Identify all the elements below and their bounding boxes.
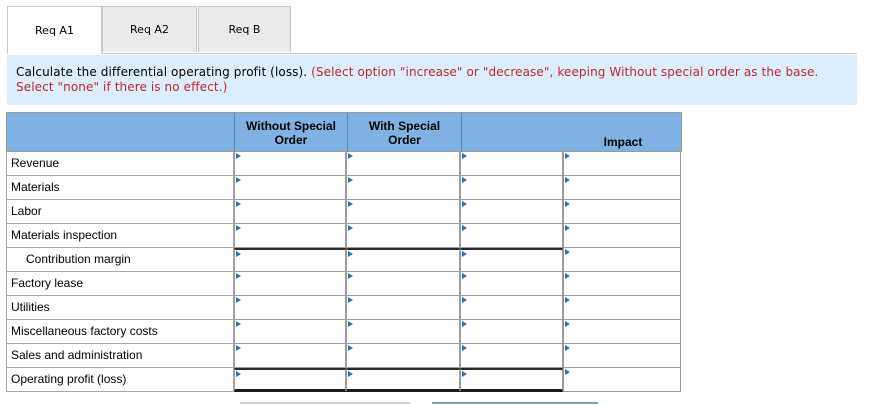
table-row: Sales and administration xyxy=(6,344,682,368)
amount-input[interactable] xyxy=(460,344,563,368)
amount-input[interactable] xyxy=(346,176,460,200)
row-label: Materials xyxy=(6,176,234,200)
amount-input[interactable] xyxy=(234,152,346,176)
amount-input[interactable] xyxy=(234,200,346,224)
tab-req-b[interactable]: Req B xyxy=(198,6,291,52)
amount-input[interactable] xyxy=(346,272,460,296)
amount-input[interactable] xyxy=(460,296,563,320)
table-row: Factory lease xyxy=(6,272,682,296)
table-row: Labor xyxy=(6,200,682,224)
row-label: Operating profit (loss) xyxy=(6,368,234,392)
header-with-special-order: With Special Order xyxy=(347,113,461,153)
amount-input[interactable] xyxy=(460,320,563,344)
amount-input[interactable] xyxy=(234,176,346,200)
row-label: Revenue xyxy=(6,152,234,176)
table-row: Materials inspection xyxy=(6,224,682,248)
header-label: Impact xyxy=(603,135,643,149)
impact-dropdown[interactable] xyxy=(563,344,681,368)
header-label: Order xyxy=(388,133,421,147)
row-label: Materials inspection xyxy=(6,224,234,248)
table-row: Contribution margin xyxy=(6,248,682,272)
tab-req-a2[interactable]: Req A2 xyxy=(102,6,197,52)
amount-input[interactable] xyxy=(234,224,346,248)
row-label: Contribution margin xyxy=(6,248,234,272)
row-label: Utilities xyxy=(6,296,234,320)
amount-input[interactable] xyxy=(346,320,460,344)
impact-dropdown[interactable] xyxy=(563,176,681,200)
row-label: Factory lease xyxy=(6,272,234,296)
header-label: Order xyxy=(274,133,308,147)
amount-input[interactable] xyxy=(346,152,460,176)
amount-input[interactable] xyxy=(460,152,563,176)
row-label: Labor xyxy=(6,200,234,224)
impact-dropdown[interactable] xyxy=(563,224,681,248)
impact-dropdown[interactable] xyxy=(563,152,681,176)
amount-input[interactable] xyxy=(460,224,563,248)
amount-input[interactable] xyxy=(460,368,563,392)
table-row: Operating profit (loss) xyxy=(6,368,682,392)
header-label: Without Special xyxy=(246,119,336,133)
impact-dropdown[interactable] xyxy=(563,272,681,296)
scroll-hint-bar xyxy=(240,402,410,404)
row-label: Sales and administration xyxy=(6,344,234,368)
amount-input[interactable] xyxy=(460,200,563,224)
impact-dropdown[interactable] xyxy=(563,248,681,272)
amount-input[interactable] xyxy=(234,248,346,272)
tab-divider xyxy=(7,53,857,54)
amount-input[interactable] xyxy=(234,272,346,296)
amount-input[interactable] xyxy=(346,368,460,392)
amount-input[interactable] xyxy=(346,296,460,320)
impact-dropdown[interactable] xyxy=(563,320,681,344)
table-row: Miscellaneous factory costs xyxy=(6,320,682,344)
amount-input[interactable] xyxy=(346,248,460,272)
impact-dropdown[interactable] xyxy=(563,200,681,224)
amount-input[interactable] xyxy=(234,296,346,320)
scroll-hint-bar xyxy=(432,402,598,404)
amount-input[interactable] xyxy=(346,344,460,368)
header-without-special-order: Without Special Order xyxy=(234,113,347,153)
amount-input[interactable] xyxy=(234,368,346,392)
impact-dropdown[interactable] xyxy=(563,368,681,392)
amount-input[interactable] xyxy=(234,344,346,368)
table-row: Materials xyxy=(6,176,682,200)
tab-req-a1[interactable]: Req A1 xyxy=(7,6,102,54)
impact-dropdown[interactable] xyxy=(563,296,681,320)
table-row: Revenue xyxy=(6,152,682,176)
header-impact: Impact xyxy=(564,113,682,153)
header-label: With Special xyxy=(368,119,441,133)
amount-input[interactable] xyxy=(346,224,460,248)
instruction-box: Calculate the differential operating pro… xyxy=(7,55,857,105)
amount-input[interactable] xyxy=(460,176,563,200)
amount-input[interactable] xyxy=(460,272,563,296)
row-label: Miscellaneous factory costs xyxy=(6,320,234,344)
amount-input[interactable] xyxy=(234,320,346,344)
amount-input[interactable] xyxy=(346,200,460,224)
table-header: Without Special Order With Special Order… xyxy=(6,112,682,153)
amount-input[interactable] xyxy=(460,248,563,272)
header-blank xyxy=(461,113,564,153)
table-row: Utilities xyxy=(6,296,682,320)
instruction-text: Calculate the differential operating pro… xyxy=(16,65,312,79)
